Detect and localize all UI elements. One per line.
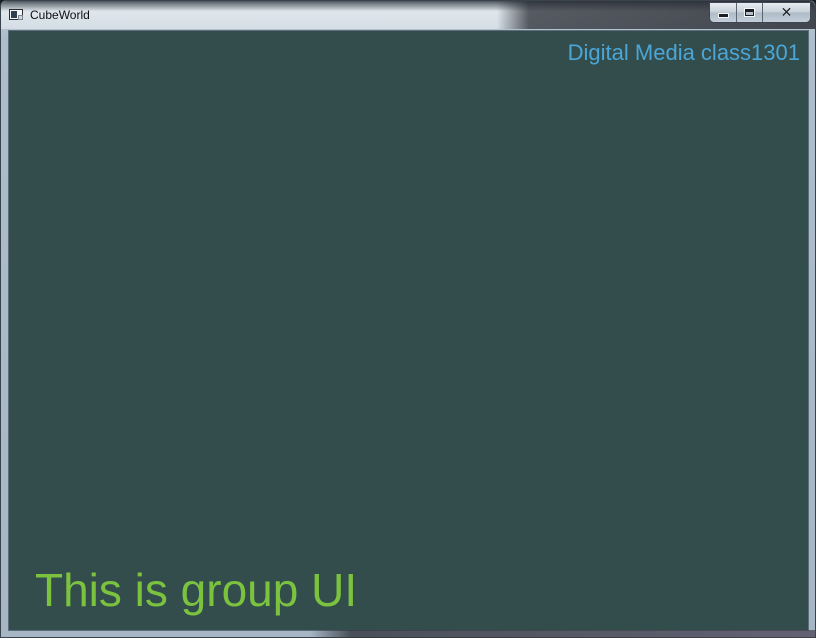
background-blur xyxy=(310,630,816,638)
minimize-icon xyxy=(718,14,728,17)
app-window-icon[interactable] xyxy=(9,9,23,20)
minimize-button[interactable] xyxy=(710,3,737,22)
close-button[interactable]: ✕ xyxy=(763,3,810,22)
render-viewport[interactable]: Digital Media class1301 This is group UI xyxy=(8,30,809,631)
maximize-button[interactable] xyxy=(737,3,763,22)
title-bar[interactable]: CubeWorld ✕ xyxy=(1,1,815,29)
window-title: CubeWorld xyxy=(30,8,90,22)
group-ui-label: This is group UI xyxy=(35,564,358,616)
app-window: CubeWorld ✕ Digital Media class1301 This… xyxy=(0,0,816,638)
maximize-icon xyxy=(745,9,754,16)
class-label: Digital Media class1301 xyxy=(567,40,800,65)
close-icon: ✕ xyxy=(780,4,793,21)
window-controls: ✕ xyxy=(709,2,811,23)
